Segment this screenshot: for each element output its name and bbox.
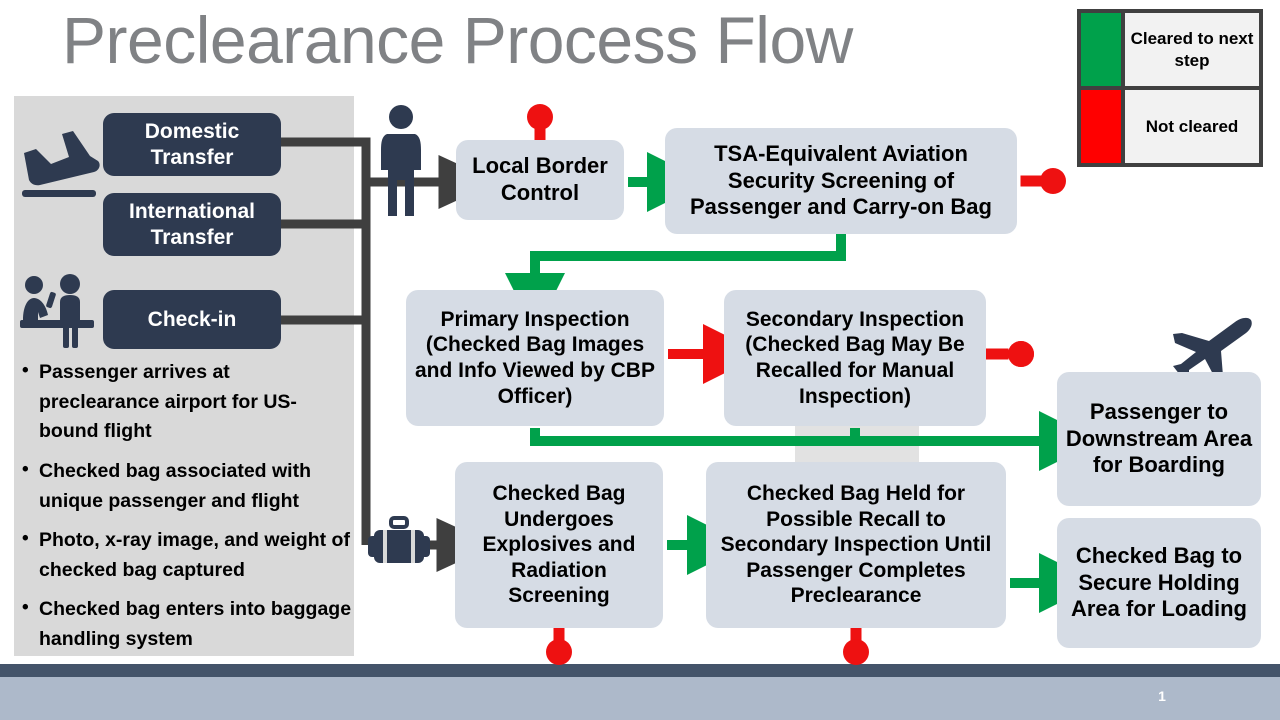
info-bullet-list: Passenger arrives at preclearance airpor…	[18, 357, 352, 665]
process-box-passenger-downstream[interactable]: Passenger to Downstream Area for Boardin…	[1057, 372, 1261, 506]
footer-accent-bar	[0, 664, 1280, 677]
legend-row-not-cleared: Not cleared	[1081, 90, 1259, 163]
check-in-counter-icon	[20, 274, 94, 348]
legend-row-cleared: Cleared to next step	[1081, 13, 1259, 90]
process-box-local-border-control[interactable]: Local Border Control	[456, 140, 624, 220]
process-box-checked-bag-screening[interactable]: Checked Bag Undergoes Explosives and Rad…	[455, 462, 663, 628]
suitcase-icon	[368, 516, 430, 563]
arrow-primary-to-downstream	[530, 411, 1099, 471]
arrow-tsa-to-primary	[505, 234, 846, 333]
process-box-tsa-screening[interactable]: TSA-Equivalent Aviation Security Screeni…	[665, 128, 1017, 234]
airplane-departing-icon	[1173, 317, 1252, 378]
legend-label-cleared: Cleared to next step	[1125, 13, 1259, 86]
footer-bar	[0, 677, 1280, 720]
process-box-checked-bag-held[interactable]: Checked Bag Held for Possible Recall to …	[706, 462, 1006, 628]
not-cleared-marker-tsa	[1020, 168, 1066, 194]
legend: Cleared to next step Not cleared	[1077, 9, 1263, 167]
process-box-primary-inspection[interactable]: Primary Inspection (Checked Bag Images a…	[406, 290, 664, 426]
legend-swatch-red	[1081, 90, 1125, 163]
entry-box-check-in[interactable]: Check-in	[103, 290, 281, 349]
entry-box-domestic-transfer[interactable]: Domestic Transfer	[103, 113, 281, 176]
list-item: Checked bag enters into baggage handling…	[18, 594, 352, 654]
list-item: Photo, x-ray image, and weight of checke…	[18, 525, 352, 585]
page-title: Preclearance Process Flow	[62, 3, 853, 77]
not-cleared-marker-primary	[984, 341, 1034, 367]
process-box-secondary-inspection[interactable]: Secondary Inspection (Checked Bag May Be…	[724, 290, 986, 426]
not-cleared-marker-checked-bag-screening	[546, 627, 572, 665]
not-cleared-marker-checked-bag-held	[843, 627, 869, 665]
not-cleared-marker-secondary	[989, 341, 1034, 367]
page-number: 1	[1158, 688, 1166, 704]
list-item: Checked bag associated with unique passe…	[18, 456, 352, 516]
list-item: Passenger arrives at preclearance airpor…	[18, 357, 352, 447]
passenger-icon	[381, 105, 421, 216]
legend-swatch-green	[1081, 13, 1125, 86]
legend-label-not-cleared: Not cleared	[1125, 90, 1259, 163]
entry-box-international-transfer[interactable]: International Transfer	[103, 193, 281, 256]
process-box-checked-bag-secure-holding[interactable]: Checked Bag to Secure Holding Area for L…	[1057, 518, 1261, 648]
airplane-landing-icon	[22, 131, 100, 197]
slide-canvas: Preclearance Process Flow Cleared to nex…	[0, 0, 1280, 720]
